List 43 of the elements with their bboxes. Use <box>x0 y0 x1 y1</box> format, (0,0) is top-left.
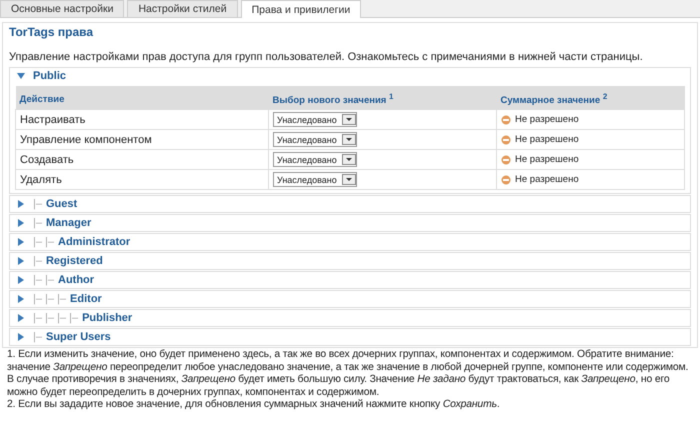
value-select[interactable]: Унаследовано <box>273 132 357 148</box>
group-name: Public <box>33 70 66 82</box>
group-name: Manager <box>46 217 92 230</box>
result-text: Не разрешено <box>515 154 579 166</box>
column-header: Суммарное значение $^{2}$ <box>500 95 608 106</box>
group-name: Super Users <box>46 331 111 344</box>
action-cell: Управление компонентом <box>20 134 152 146</box>
action-cell: Создавать <box>20 154 74 166</box>
tab[interactable]: Настройки стилей <box>127 0 238 17</box>
column-header: Действие <box>20 94 64 105</box>
group-name: Editor <box>70 293 102 306</box>
group-name: Guest <box>46 198 78 210</box>
note-text: 1. Если изменить значение, оно будет применено здесь, а так же во всех дочерних группах, компонентах и содержимом. Обратите внимание: значение Запрещено переопределит любое унаследовано значение, а так же значение в любой дочерней группе, компоненте или содержимом. В случае противоречия в значениях, Запрещено будет иметь большую силу. Значение Не задано будут трактоваться, как Запрещено, но его можно будет переопределить в дочерних группах, компонентах и содержимом. <box>7 349 690 399</box>
tree-prefix: |– <box>33 198 42 210</box>
description-text: Управление настройками прав доступа для групп пользователей. Ознакомьтесь с примечаниями в нижней части страницы. <box>9 51 644 63</box>
tree-prefix: |– |– <box>33 236 54 248</box>
tree-prefix: |– <box>33 255 42 268</box>
tab[interactable]: Основные настройки <box>0 0 124 17</box>
tree-prefix: |– <box>33 331 42 344</box>
note-text: 2. Если вы зададите новое значение, для обновления суммарных значений нажмите кнопку Сохранить. <box>7 399 501 412</box>
action-cell: Удалять <box>20 174 62 186</box>
denied-icon <box>501 134 511 145</box>
tree-prefix: |– <box>33 217 42 230</box>
denied-icon <box>501 154 511 165</box>
value-select[interactable]: Унаследовано <box>273 112 357 128</box>
tab[interactable]: Права и привилегии <box>240 0 362 18</box>
value-select[interactable]: Унаследовано <box>273 172 357 188</box>
tree-prefix: |– |– |– |– <box>33 312 78 324</box>
fieldset-legend: TorTags права <box>9 25 94 39</box>
value-select[interactable]: Унаследовано <box>273 152 357 168</box>
group-name: Publisher <box>82 312 132 324</box>
column-header: Выбор нового значения $^{1}$ <box>272 95 394 106</box>
result-text: Не разрешено <box>515 134 579 146</box>
result-text: Не разрешено <box>515 114 579 126</box>
group-name: Author <box>58 274 94 286</box>
action-cell: Настраивать <box>20 114 86 126</box>
denied-icon <box>501 114 511 125</box>
denied-icon <box>501 174 511 185</box>
group-name: Registered <box>46 255 103 268</box>
tree-prefix: |– |– <box>33 274 54 286</box>
group-name: Administrator <box>58 236 130 248</box>
result-text: Не разрешено <box>515 174 579 186</box>
tree-prefix: |– |– |– <box>33 293 66 306</box>
